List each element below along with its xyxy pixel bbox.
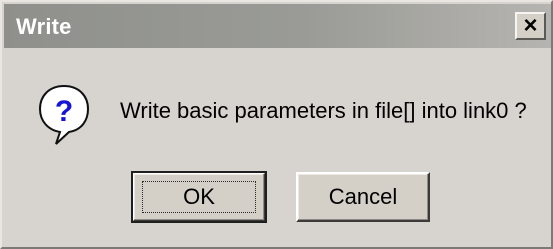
close-button[interactable]: × bbox=[515, 12, 546, 40]
close-icon: × bbox=[523, 11, 538, 39]
question-icon: ? bbox=[38, 84, 90, 145]
ok-focus-ring bbox=[142, 181, 256, 213]
write-dialog: Write × ? Write basic parameters in file… bbox=[0, 0, 553, 249]
window-title: Write bbox=[16, 14, 72, 39]
title-bar[interactable]: Write × bbox=[4, 4, 551, 48]
svg-text:?: ? bbox=[55, 95, 73, 128]
dialog-message: Write basic parameters in file[] into li… bbox=[120, 98, 527, 123]
ok-button[interactable]: OK bbox=[131, 171, 267, 223]
cancel-button-label: Cancel bbox=[328, 184, 398, 209]
cancel-button[interactable]: Cancel bbox=[296, 172, 430, 222]
